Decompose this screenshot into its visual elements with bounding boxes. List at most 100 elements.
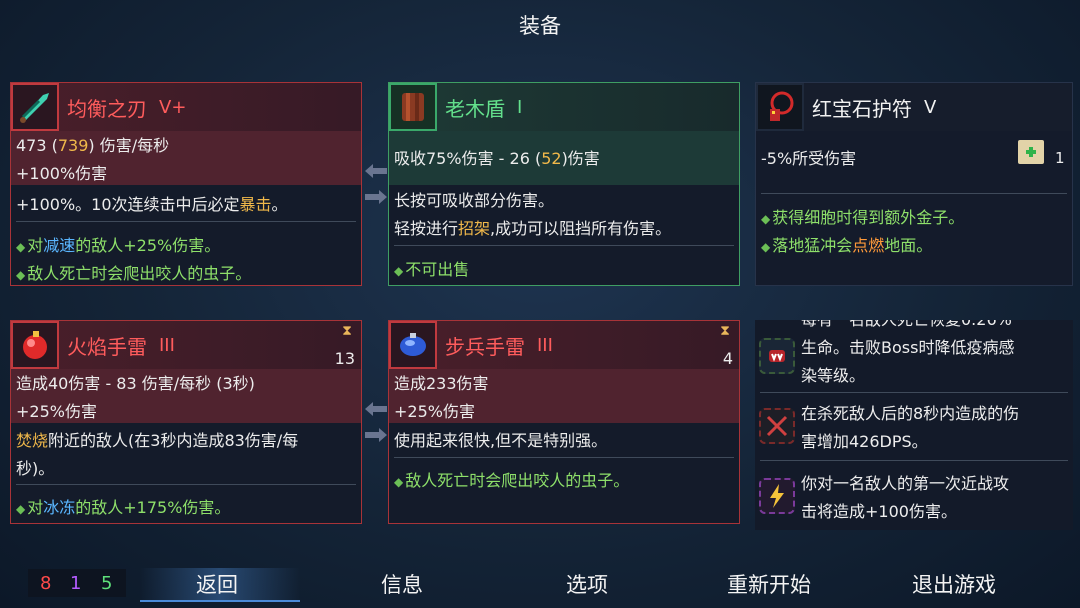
infantry-grenade-perk-1: ◆ 敌人死亡时会爬出咬人的虫子。 bbox=[394, 467, 629, 491]
amulet-card-header: 红宝石护符 V bbox=[756, 83, 1072, 131]
mutation-1-line-2: 生命。击败Boss时降低疫病感 bbox=[801, 338, 1015, 357]
swap-right-arrow-icon[interactable] bbox=[365, 428, 387, 442]
crossed-swords-mutation-icon bbox=[759, 408, 795, 444]
fire-grenade-card[interactable]: 火焰手雷 III ⧗ 13 造成40伤害 - 83 伤害/每秒 (3秒) +25… bbox=[10, 320, 362, 524]
shield-card[interactable]: 老木盾 I 吸收75%伤害 - 26 (52)伤害 长按可吸收部分伤害。 轻按进… bbox=[388, 82, 740, 286]
scroll-count: 1 bbox=[1055, 149, 1065, 167]
infantry-grenade-icon bbox=[389, 321, 437, 369]
perk-bullet-icon: ◆ bbox=[16, 240, 26, 254]
swap-right-arrow-icon[interactable] bbox=[365, 190, 387, 204]
quit-button[interactable]: 退出游戏 bbox=[912, 569, 996, 599]
weapon-perk-1-keyword: 减速 bbox=[43, 236, 76, 255]
infantry-grenade-damage-bonus: +25%伤害 bbox=[394, 402, 475, 421]
info-button[interactable]: 信息 bbox=[381, 569, 423, 599]
fire-grenade-desc: 焚烧附近的敌人(在3秒内造成83伤害/每 bbox=[16, 427, 298, 451]
mutation-1[interactable]: 每有一名敌人死亡恢复0.26% 生命。击败Boss时降低疫病感 染等级。 bbox=[755, 320, 1073, 390]
weapon-divider bbox=[16, 221, 356, 222]
weapon-perk-2-text: 敌人死亡时会爬出咬人的虫子。 bbox=[27, 264, 252, 283]
perk-bullet-icon: ◆ bbox=[16, 268, 26, 282]
mutation-3[interactable]: 你对一名敌人的第一次近战攻 击将造成+100伤害。 bbox=[755, 470, 1073, 530]
shield-desc-1: 长按可吸收部分伤害。 bbox=[394, 191, 555, 210]
vampire-mutation-icon bbox=[759, 338, 795, 374]
shield-stat-prefix: 吸收75%伤害 - 26 ( bbox=[394, 149, 542, 168]
amulet-divider bbox=[761, 193, 1067, 194]
shield-tier: I bbox=[517, 96, 523, 118]
fire-grenade-perk-1-suffix: 的敌人+175%伤害。 bbox=[75, 498, 231, 517]
infantry-grenade-tier: III bbox=[537, 334, 553, 356]
fire-grenade-tier: III bbox=[159, 334, 175, 356]
weapon-dps-paren-open: ( bbox=[46, 136, 58, 155]
mutation-3-line-2: 击将造成+100伤害。 bbox=[801, 502, 957, 521]
brutality-stat: 8 bbox=[40, 573, 52, 594]
options-button[interactable]: 选项 bbox=[566, 569, 608, 599]
screen-title: 装备 bbox=[519, 14, 561, 38]
infantry-grenade-desc: 使用起来很快,但不是特别强。 bbox=[394, 431, 608, 450]
weapon-perk-2: ◆ 敌人死亡时会爬出咬人的虫子。 bbox=[16, 260, 251, 284]
perk-bullet-icon: ◆ bbox=[16, 502, 26, 516]
mutation-2-line-2: 害增加426DPS。 bbox=[801, 432, 928, 451]
fire-grenade-header: 火焰手雷 III bbox=[11, 321, 361, 369]
fire-grenade-desc-keyword: 焚烧 bbox=[16, 431, 49, 450]
infantry-grenade-stat: 造成233伤害 bbox=[394, 374, 489, 393]
weapon-effect-keyword: 暴击 bbox=[239, 195, 272, 214]
ruby-amulet-icon bbox=[756, 83, 804, 131]
fire-grenade-divider bbox=[16, 484, 356, 485]
mutation-divider-2 bbox=[760, 460, 1068, 461]
perk-bullet-icon: ◆ bbox=[761, 240, 771, 254]
weapon-perk-1-prefix: 对 bbox=[27, 236, 44, 255]
perk-bullet-icon: ◆ bbox=[394, 264, 404, 278]
infantry-grenade-perk-1-text: 敌人死亡时会爬出咬人的虫子。 bbox=[405, 471, 630, 490]
shield-stat: 吸收75%伤害 - 26 (52)伤害 bbox=[394, 145, 600, 169]
weapon-dps: 473 (739) 伤害/每秒 bbox=[16, 132, 169, 156]
infantry-grenade-divider bbox=[394, 457, 734, 458]
weapon-tier: V+ bbox=[159, 96, 187, 118]
amulet-stat: -5%所受伤害 bbox=[761, 149, 857, 168]
fire-grenade-desc-line2: 秒)。 bbox=[16, 459, 55, 478]
amulet-perk-2: ◆ 落地猛冲会点燃地面。 bbox=[761, 232, 932, 256]
back-button[interactable]: 返回 bbox=[196, 569, 238, 599]
infantry-grenade-name: 步兵手雷 bbox=[445, 334, 525, 359]
weapon-perk-1: ◆ 对减速的敌人+25%伤害。 bbox=[16, 232, 220, 256]
weapon-effect-suffix: 。 bbox=[271, 195, 288, 214]
infantry-grenade-cooldown: 4 bbox=[722, 349, 733, 368]
amulet-perk-2-keyword: 点燃 bbox=[852, 236, 885, 255]
shield-stat-bonus: 52 bbox=[541, 149, 562, 168]
fire-grenade-damage-bonus: +25%伤害 bbox=[16, 402, 97, 421]
scroll-icon bbox=[1018, 140, 1044, 164]
mutations-panel: 每有一名敌人死亡恢复0.26% 生命。击败Boss时降低疫病感 染等级。 在杀死… bbox=[755, 320, 1073, 530]
swap-left-arrow-icon[interactable] bbox=[365, 164, 387, 178]
amulet-card[interactable]: 红宝石护符 V -5%所受伤害 1 ◆ 获得细胞时得到额外金子。 ◆ 落地猛冲会点燃… bbox=[755, 82, 1073, 286]
weapon-dps-suffix: 伤害/每秒 bbox=[94, 136, 170, 155]
restart-button[interactable]: 重新开始 bbox=[727, 569, 811, 599]
mutation-2[interactable]: 在杀死敌人后的8秒内造成的伤 害增加426DPS。 bbox=[755, 400, 1073, 460]
mutation-divider-1 bbox=[760, 392, 1068, 393]
weapon-damage-bonus: +100%伤害 bbox=[16, 164, 108, 183]
shield-desc-2-suffix: ,成功可以阻挡所有伤害。 bbox=[490, 219, 672, 238]
infantry-grenade-card[interactable]: 步兵手雷 III ⧗ 4 造成233伤害 +25%伤害 使用起来很快,但不是特别… bbox=[388, 320, 740, 524]
swap-left-arrow-icon[interactable] bbox=[365, 402, 387, 416]
fire-grenade-desc-suffix: 附近的敌人(在3秒内造成83伤害/每 bbox=[48, 431, 299, 450]
shield-stat-suffix: )伤害 bbox=[561, 149, 600, 168]
fire-grenade-icon bbox=[11, 321, 59, 369]
wooden-shield-icon bbox=[389, 83, 437, 131]
weapon-dps-base: 473 bbox=[16, 136, 47, 155]
lightning-mutation-icon bbox=[759, 478, 795, 514]
weapon-dps-bonus: 739 bbox=[57, 136, 89, 155]
weapon-card-header: 均衡之刃 V+ bbox=[11, 83, 361, 131]
amulet-name: 红宝石护符 bbox=[812, 96, 912, 121]
balanced-blade-icon bbox=[11, 83, 59, 131]
tactics-stat: 1 bbox=[70, 573, 82, 594]
weapon-effect-prefix: +100%。10次连续击中后必定 bbox=[16, 195, 240, 214]
fire-grenade-perk-1-keyword: 冰冻 bbox=[43, 498, 76, 517]
fire-grenade-perk-1-prefix: 对 bbox=[27, 498, 44, 517]
hourglass-icon: ⧗ bbox=[342, 323, 352, 339]
mutation-1-line-3: 染等级。 bbox=[801, 366, 866, 385]
perk-bullet-icon: ◆ bbox=[394, 475, 404, 489]
fire-grenade-name: 火焰手雷 bbox=[67, 334, 147, 359]
fire-grenade-perk-1: ◆ 对冰冻的敌人+175%伤害。 bbox=[16, 494, 230, 518]
weapon-card[interactable]: 均衡之刃 V+ 473 (739) 伤害/每秒 +100%伤害 +100%。10… bbox=[10, 82, 362, 286]
fire-grenade-stat: 造成40伤害 - 83 伤害/每秒 (3秒) bbox=[16, 374, 255, 393]
amulet-perk-1: ◆ 获得细胞时得到额外金子。 bbox=[761, 204, 964, 228]
perk-bullet-icon: ◆ bbox=[761, 212, 771, 226]
fire-grenade-cooldown: 13 bbox=[334, 349, 355, 368]
